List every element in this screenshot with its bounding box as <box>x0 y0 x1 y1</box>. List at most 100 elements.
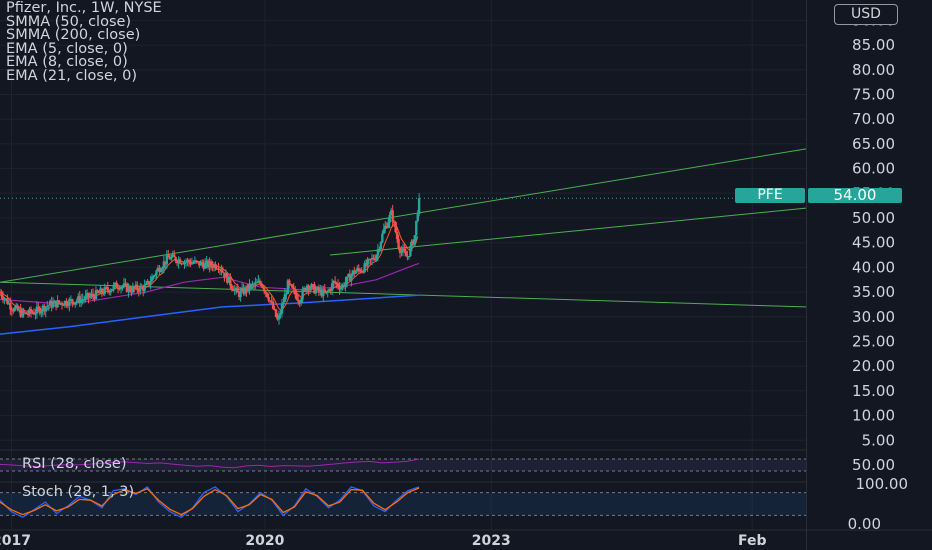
candle-body <box>326 291 329 293</box>
candle-body <box>357 268 360 270</box>
candle-body <box>71 299 74 303</box>
candle-body <box>271 301 275 309</box>
chart-legend: Pfizer, Inc., 1W, NYSE SMMA (50, close) … <box>6 1 162 84</box>
candle-body <box>121 286 124 288</box>
candle-body <box>416 213 419 221</box>
candle-body <box>159 270 163 273</box>
candle-body <box>0 292 3 297</box>
candle-body <box>37 306 40 308</box>
candle-body <box>308 287 312 291</box>
candle-body <box>267 297 270 301</box>
candle-body <box>277 315 281 320</box>
trendlines <box>0 148 807 308</box>
candle-body <box>13 307 16 311</box>
candle-body <box>378 248 381 250</box>
candle-body <box>354 271 357 274</box>
candle-body <box>261 285 264 288</box>
candle-body <box>25 312 28 315</box>
last-price-badge: 54.00 <box>808 188 902 203</box>
candle-body <box>96 290 99 293</box>
rsi-label[interactable]: RSI (28, close) <box>22 456 127 472</box>
candle-body <box>112 284 115 290</box>
y-tick-label: 30.00 <box>852 308 895 326</box>
candle-body <box>336 283 340 287</box>
candle-body <box>91 293 95 297</box>
candle-body <box>155 270 158 276</box>
candle-body <box>345 276 349 283</box>
candle-body <box>265 292 269 298</box>
candle-body <box>57 300 61 304</box>
candle-body <box>288 280 291 285</box>
candle-body <box>381 233 384 243</box>
stoch-label[interactable]: Stoch (28, 1, 3) <box>22 484 134 500</box>
candle-body <box>294 289 297 295</box>
candle-body <box>174 257 177 262</box>
candle-body <box>350 274 353 281</box>
candle-body <box>258 280 262 284</box>
candle-body <box>167 255 170 258</box>
x-tick-label: 2023 <box>472 533 511 549</box>
candle-body <box>68 299 71 306</box>
x-tick-label: Feb <box>738 533 767 549</box>
candle-body <box>150 276 154 282</box>
candle-body <box>221 271 225 273</box>
candle-body <box>282 302 285 305</box>
candle-body <box>106 287 109 291</box>
candle-body <box>75 300 78 303</box>
candle-body <box>292 287 295 290</box>
currency-selector[interactable]: USD <box>834 4 898 25</box>
candle-body <box>187 259 191 263</box>
candle-body <box>161 268 164 271</box>
candle-body <box>264 291 267 293</box>
candle-body <box>192 262 195 264</box>
stoch-axis-label: 100.00 <box>856 475 909 493</box>
candle-body <box>382 229 386 234</box>
candle-body <box>274 309 278 317</box>
candle-body <box>214 264 217 269</box>
candle-body <box>301 289 304 300</box>
candle-body <box>26 314 30 316</box>
candle-body <box>144 283 148 286</box>
candle-body <box>404 251 408 257</box>
candle-body <box>170 256 173 260</box>
candle-body <box>203 262 207 269</box>
candle-body <box>88 295 92 298</box>
candle-body <box>65 300 68 306</box>
candle-body <box>330 283 334 291</box>
time-axis: 2017 2020 2023 Feb <box>0 529 932 549</box>
y-tick-label: 80.00 <box>852 61 895 79</box>
candle-body <box>314 289 318 294</box>
candle-body <box>409 245 412 256</box>
y-tick-label: 70.00 <box>852 110 895 128</box>
candle-body <box>40 311 43 314</box>
y-tick-label: 40.00 <box>852 258 895 276</box>
candle-body <box>34 313 37 315</box>
legend-ema21[interactable]: EMA (21, close, 0) <box>6 69 162 84</box>
candles <box>0 193 421 325</box>
candle-body <box>299 299 303 304</box>
candle-body <box>74 302 77 305</box>
candle-body <box>295 294 298 300</box>
candle-body <box>400 250 403 254</box>
candle-body <box>220 269 223 272</box>
x-tick-label: 2020 <box>245 533 284 549</box>
candle-body <box>128 286 132 292</box>
price-axis: 5.00 10.00 15.00 20.00 25.00 30.00 35.00 40.00 4… <box>848 11 908 533</box>
y-tick-label: 60.00 <box>852 160 895 178</box>
candle-body <box>10 309 14 311</box>
candle-body <box>230 285 233 289</box>
candle-body <box>136 284 139 290</box>
candle-body <box>339 287 343 290</box>
candle-body <box>397 238 400 249</box>
candle-body <box>233 289 236 292</box>
candle-body <box>236 287 239 293</box>
candle-body <box>283 293 287 303</box>
candle-body <box>379 242 383 249</box>
candle-body <box>366 259 369 267</box>
candle-body <box>143 285 146 291</box>
candle-body <box>263 287 266 292</box>
candle-body <box>9 302 12 310</box>
y-tick-label: 50.00 <box>852 209 895 227</box>
candle-body <box>372 257 375 260</box>
candle-body <box>153 275 157 277</box>
